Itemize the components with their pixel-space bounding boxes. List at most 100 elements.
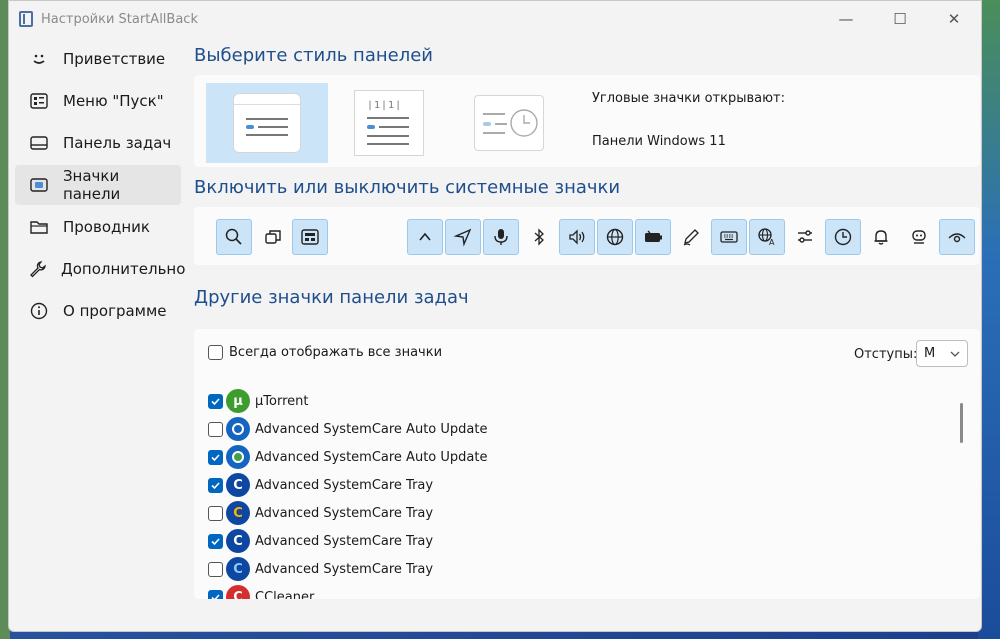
system-icon-network[interactable] xyxy=(597,219,633,255)
system-icon-bluetooth[interactable] xyxy=(521,219,557,255)
app-name: Advanced SystemCare Tray xyxy=(255,561,434,577)
ccleaner-icon: C xyxy=(226,585,250,599)
battery-icon xyxy=(645,230,662,242)
panel-style-option-1[interactable] xyxy=(206,83,328,163)
spacing-select[interactable]: M xyxy=(916,340,968,367)
system-icon-pen[interactable] xyxy=(673,219,709,255)
advanced-systemcare-update-icon xyxy=(226,417,250,441)
list-item[interactable]: µ µTorrent xyxy=(208,387,948,415)
app-name: Advanced SystemCare Auto Update xyxy=(255,421,488,437)
chevron-up-icon xyxy=(419,232,431,241)
window-title: Настройки StartAllBack xyxy=(41,11,198,27)
sidebar-item-start-menu[interactable]: Меню "Пуск" xyxy=(15,81,181,121)
other-icons-heading: Другие значки панели задач xyxy=(194,287,469,308)
app-checkbox[interactable] xyxy=(208,449,223,465)
copilot-icon xyxy=(912,230,926,244)
sidebar-item-about[interactable]: О программе xyxy=(15,291,181,331)
list-item[interactable]: C CCleaner xyxy=(208,583,948,599)
sidebar-item-label: Значки панели xyxy=(62,167,121,203)
panel-style-preview-1 xyxy=(233,93,301,153)
microphone-icon xyxy=(494,229,508,245)
sidebar-item-label: Приветствие xyxy=(63,50,166,68)
system-icon-notifications[interactable] xyxy=(863,219,899,255)
system-icon-settings[interactable] xyxy=(787,219,823,255)
info-icon xyxy=(29,301,49,321)
list-item[interactable]: C Advanced SystemCare Tray xyxy=(208,555,948,583)
spacing-value: M xyxy=(924,346,936,361)
app-checkbox[interactable] xyxy=(208,393,223,409)
always-show-checkbox[interactable] xyxy=(208,345,223,360)
app-checkbox[interactable] xyxy=(208,561,223,577)
system-icon-eye[interactable] xyxy=(939,219,975,255)
app-name: Advanced SystemCare Tray xyxy=(255,533,434,549)
smiley-icon xyxy=(29,49,49,69)
app-checkbox[interactable] xyxy=(208,421,223,437)
utorrent-icon: µ xyxy=(226,389,250,413)
always-show-row[interactable]: Всегда отображать все значки xyxy=(208,345,442,360)
app-book-icon xyxy=(19,11,33,27)
app-checkbox[interactable] xyxy=(208,589,223,599)
sidebar-item-taskbar[interactable]: Панель задач xyxy=(15,123,181,163)
system-icon-volume[interactable] xyxy=(559,219,595,255)
tray-app-list: µ µTorrent Advanced SystemCare Auto Upda… xyxy=(208,387,948,599)
corner-icons-value[interactable]: Панели Windows 11 xyxy=(592,134,726,149)
app-checkbox[interactable] xyxy=(208,533,223,549)
tray-icons-icon xyxy=(29,175,49,195)
minimize-button[interactable]: — xyxy=(819,1,873,37)
panel-style-option-2[interactable]: |1|1| xyxy=(352,83,426,163)
system-icon-clock[interactable] xyxy=(825,219,861,255)
system-icon-language[interactable]: A xyxy=(749,219,785,255)
panel-style-card: |1|1| Угловые значки открывают: Панели W… xyxy=(194,75,980,167)
system-icon-task-view[interactable] xyxy=(255,219,291,255)
network-icon xyxy=(606,228,624,246)
eye-icon xyxy=(948,233,966,243)
app-checkbox[interactable] xyxy=(208,477,223,493)
system-icon-widgets[interactable] xyxy=(292,219,328,255)
app-name: Advanced SystemCare Auto Update xyxy=(255,449,488,465)
app-list-scrollbar[interactable] xyxy=(958,387,966,593)
maximize-button[interactable]: ☐ xyxy=(873,1,927,37)
always-show-label: Всегда отображать все значки xyxy=(229,345,443,360)
panel-style-option-3[interactable] xyxy=(472,83,546,163)
sidebar-item-tray-icons[interactable]: Значки панели xyxy=(15,165,181,205)
language-icon: A xyxy=(758,228,775,247)
sidebar-item-label: Проводник xyxy=(63,218,150,236)
system-icon-location[interactable] xyxy=(445,219,481,255)
sidebar-item-label: Панель задач xyxy=(63,134,172,152)
list-item[interactable]: C Advanced SystemCare Tray xyxy=(208,471,948,499)
volume-icon xyxy=(569,229,585,245)
sidebar-item-welcome[interactable]: Приветствие xyxy=(15,39,181,79)
settings-sliders-icon xyxy=(798,230,812,243)
panel-style-preview-2: |1|1| xyxy=(354,90,424,156)
scrollbar-thumb[interactable] xyxy=(960,403,963,443)
folder-icon xyxy=(29,217,49,237)
system-icon-microphone[interactable] xyxy=(483,219,519,255)
sidebar-item-label: Дополнительно xyxy=(61,260,186,278)
sidebar: Приветствие Меню "Пуск" Панель задач Зна… xyxy=(9,37,187,333)
list-item[interactable]: Advanced SystemCare Auto Update xyxy=(208,415,948,443)
app-name: CCleaner xyxy=(255,589,315,600)
bell-icon xyxy=(874,230,888,245)
system-icons-card: A xyxy=(194,207,980,265)
wrench-icon xyxy=(29,259,47,279)
advanced-systemcare-tray-icon: C xyxy=(226,473,250,497)
app-checkbox[interactable] xyxy=(208,505,223,521)
advanced-systemcare-tray-icon: C xyxy=(226,529,250,553)
search-icon xyxy=(225,228,242,245)
system-icon-overflow[interactable] xyxy=(407,219,443,255)
other-icons-card: Всегда отображать все значки Отступы: M … xyxy=(194,329,980,599)
system-icon-touch-keyboard[interactable] xyxy=(711,219,747,255)
main-content: Выберите стиль панелей |1|1| Угловые зна… xyxy=(194,37,980,599)
system-icon-search[interactable] xyxy=(216,219,252,255)
close-button[interactable]: ✕ xyxy=(927,1,981,37)
chevron-down-icon xyxy=(949,345,961,366)
list-item[interactable]: Advanced SystemCare Auto Update xyxy=(208,443,948,471)
sidebar-item-label: Меню "Пуск" xyxy=(63,92,164,110)
title-bar[interactable]: Настройки StartAllBack — ☐ ✕ xyxy=(9,1,981,37)
sidebar-item-advanced[interactable]: Дополнительно xyxy=(15,249,185,289)
sidebar-item-explorer[interactable]: Проводник xyxy=(15,207,181,247)
system-icon-battery[interactable] xyxy=(635,219,671,255)
list-item[interactable]: C Advanced SystemCare Tray xyxy=(208,499,948,527)
list-item[interactable]: C Advanced SystemCare Tray xyxy=(208,527,948,555)
system-icon-copilot[interactable] xyxy=(901,219,937,255)
